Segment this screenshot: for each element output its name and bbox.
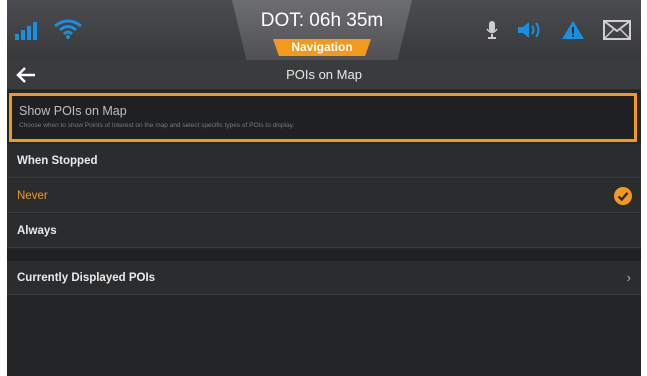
- currently-displayed-pois-row[interactable]: Currently Displayed POIs ›: [7, 261, 641, 295]
- microphone-icon[interactable]: [485, 20, 499, 40]
- mail-icon[interactable]: [603, 20, 631, 40]
- status-bar: DOT: 06h 35m Navigation: [7, 0, 641, 60]
- section-divider: [7, 249, 641, 261]
- screen: DOT: 06h 35m Navigation POIs on Map Show…: [7, 0, 641, 376]
- currently-displayed-pois-label: Currently Displayed POIs: [17, 272, 156, 284]
- option-label: When Stopped: [17, 155, 98, 167]
- show-pois-header: Show POIs on Map Choose when to show Poi…: [9, 93, 637, 142]
- volume-icon[interactable]: [517, 21, 543, 39]
- title-bar: POIs on Map: [7, 60, 641, 90]
- option-label: Always: [17, 225, 57, 237]
- checkmark-icon: [614, 187, 632, 205]
- navigation-badge[interactable]: Navigation: [273, 39, 371, 56]
- status-right: [485, 20, 631, 40]
- warning-icon[interactable]: [561, 20, 585, 40]
- empty-area: [7, 296, 641, 376]
- page-title: POIs on Map: [286, 67, 362, 82]
- option-always[interactable]: Always: [7, 214, 641, 248]
- show-pois-description: Choose when to show Points of Interest o…: [19, 122, 295, 129]
- status-left: [15, 18, 83, 40]
- dot-timer-tab[interactable]: DOT: 06h 35m Navigation: [232, 0, 412, 60]
- option-when-stopped[interactable]: When Stopped: [7, 144, 641, 178]
- show-pois-title: Show POIs on Map: [19, 104, 127, 118]
- option-label: Never: [17, 190, 48, 202]
- dot-timer-text: DOT: 06h 35m: [260, 10, 384, 31]
- chevron-right-icon: ›: [626, 270, 631, 285]
- wifi-icon: [54, 19, 82, 39]
- option-never[interactable]: Never: [7, 179, 641, 213]
- signal-icon: [15, 20, 39, 40]
